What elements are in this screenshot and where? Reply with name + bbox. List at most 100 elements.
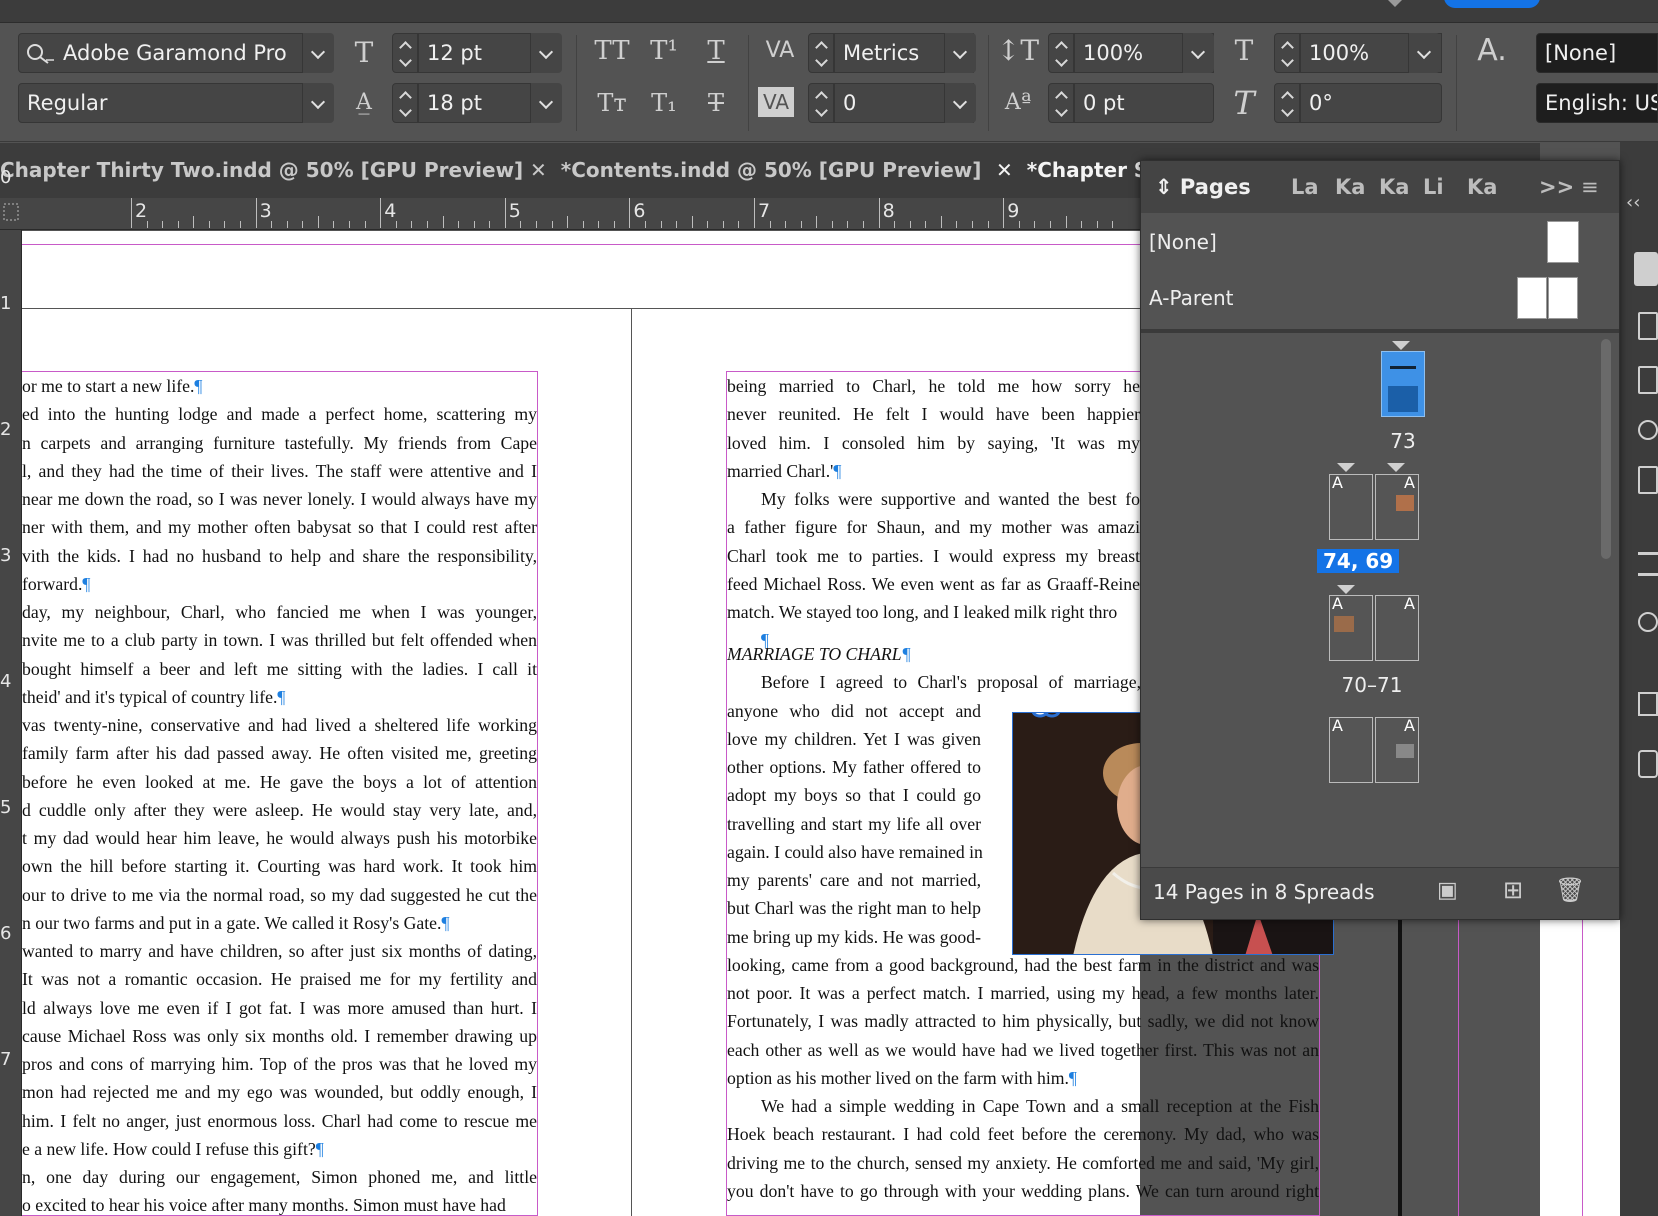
- parent-a-thumb-left[interactable]: [1517, 277, 1547, 319]
- character-style-field[interactable]: [None]: [1536, 33, 1658, 73]
- pathfinder-icon[interactable]: [1638, 750, 1658, 778]
- text-line: a father figure for Shaun, and my mother…: [727, 517, 1140, 538]
- collapse-dock-icon[interactable]: ‹‹: [1626, 192, 1640, 213]
- links-icon[interactable]: [1638, 420, 1658, 440]
- text-line: adopt my boys so that I could go: [727, 785, 981, 806]
- skew-stepper[interactable]: [1274, 83, 1300, 123]
- align-icon[interactable]: [1638, 692, 1658, 716]
- spread-label[interactable]: 73: [1373, 429, 1433, 453]
- page-thumb-70[interactable]: A: [1329, 594, 1373, 661]
- tab-pages[interactable]: ⇕ Pages: [1155, 161, 1251, 213]
- ruler-origin-icon[interactable]: [0, 198, 22, 228]
- vertical-ruler[interactable]: 0 1 2 3 4 5 6 7: [0, 167, 22, 1216]
- vertical-scale-stepper[interactable]: [1048, 33, 1074, 73]
- baseline-shift-icon: Aª: [1004, 90, 1032, 115]
- subscript-icon[interactable]: T₁: [642, 83, 686, 123]
- left-text-frame[interactable]: or me to start a new life.¶ ed into the h…: [22, 371, 538, 1216]
- page-thumb-72[interactable]: A: [1329, 716, 1373, 783]
- ruler-number: 5: [508, 200, 521, 222]
- panel-scrollbar[interactable]: [1601, 339, 1611, 559]
- language-field[interactable]: English: USA: [1536, 83, 1658, 123]
- font-size-stepper[interactable]: [392, 33, 418, 73]
- pages-icon[interactable]: [1638, 312, 1658, 340]
- spread-label-selected[interactable]: 74, 69: [1317, 549, 1400, 573]
- close-icon[interactable]: ✕: [530, 158, 547, 182]
- tab-chapter-current[interactable]: ✕ *Chapter S: [996, 143, 1148, 198]
- page-size-icon[interactable]: ▣: [1437, 878, 1458, 903]
- page-thumb-71[interactable]: A: [1375, 594, 1419, 661]
- properties-icon[interactable]: [1634, 252, 1658, 286]
- swatches-icon[interactable]: [1638, 612, 1658, 632]
- panel-divider[interactable]: [1141, 329, 1619, 333]
- skew-field[interactable]: 0°: [1300, 83, 1442, 123]
- font-style-value: Regular: [27, 91, 108, 115]
- tab-chapter-thirty-two[interactable]: Chapter Thirty Two.indd @ 50% [GPU Previ…: [0, 143, 523, 198]
- tracking-stepper[interactable]: [808, 83, 834, 123]
- tab-contents[interactable]: ✕ *Contents.indd @ 50% [GPU Preview]: [530, 143, 981, 198]
- text-line: him. I felt no anger, just enormous loss…: [22, 1110, 537, 1131]
- chevron-down-icon[interactable]: [1388, 0, 1402, 7]
- page-thumb-73[interactable]: [1381, 351, 1425, 417]
- text-line: love my children. Yet I was given: [727, 728, 981, 749]
- tab-layers[interactable]: La: [1291, 161, 1319, 213]
- text-line: n, one day during our engagement, Simon …: [22, 1167, 537, 1187]
- tracking-dropdown[interactable]: [944, 83, 976, 123]
- underline-icon[interactable]: T: [694, 31, 738, 71]
- tab-links[interactable]: Li: [1423, 161, 1444, 213]
- tab-ka-2[interactable]: Ka: [1379, 161, 1409, 213]
- ruler-tick: [255, 198, 257, 228]
- kerning-stepper[interactable]: [808, 33, 834, 73]
- font-size-dropdown[interactable]: [530, 33, 562, 73]
- panel-overflow-icon[interactable]: >>: [1539, 161, 1574, 213]
- text-line: our to drive to me via the normal road, …: [22, 884, 537, 905]
- pages-panel[interactable]: ⇕ Pages La Ka Ka Li Ka >> ≡ [None] A-Par…: [1140, 160, 1620, 920]
- strikethrough-icon[interactable]: T: [694, 83, 738, 123]
- small-caps-icon[interactable]: Tт: [590, 83, 634, 123]
- parent-a-thumb-right[interactable]: [1548, 277, 1578, 319]
- baseline-shift-field[interactable]: 0 pt: [1074, 83, 1214, 123]
- baseline-shift-value: 0 pt: [1083, 91, 1125, 115]
- layers-icon[interactable]: [1638, 366, 1658, 394]
- kerning-dropdown[interactable]: [944, 33, 976, 73]
- panel-menu-icon[interactable]: ≡: [1581, 161, 1599, 213]
- parent-none-thumb[interactable]: [1547, 221, 1579, 263]
- text-line: e a new life. How could I refuse this gi…: [22, 1138, 324, 1159]
- trash-icon[interactable]: 🗑: [1555, 876, 1585, 904]
- stroke-icon[interactable]: [1638, 466, 1658, 494]
- tab-ka-1[interactable]: Ka: [1335, 161, 1365, 213]
- font-family-field[interactable]: Adobe Garamond Pro: [18, 33, 318, 73]
- page-count: 14 Pages in 8 Spreads: [1153, 880, 1375, 904]
- spread-label[interactable]: 70–71: [1317, 673, 1427, 697]
- ruler-tick: [131, 198, 132, 228]
- superscript-icon[interactable]: T¹: [642, 31, 686, 71]
- font-family-dropdown[interactable]: [302, 33, 334, 73]
- horizontal-scale-stepper[interactable]: [1274, 33, 1300, 73]
- font-style-field[interactable]: Regular: [18, 83, 318, 123]
- page-thumb-69[interactable]: A: [1375, 473, 1419, 540]
- page-thumb-73b[interactable]: A: [1375, 716, 1419, 783]
- share-button[interactable]: [1444, 0, 1540, 8]
- leading-stepper[interactable]: [392, 83, 418, 123]
- horizontal-ruler[interactable]: 2 3 4 5 6 7 8 9: [0, 198, 1140, 230]
- ruler-tick: [878, 198, 880, 228]
- text-line: pros and cons of marrying him. Top of th…: [22, 1054, 537, 1074]
- horizontal-scale-dropdown[interactable]: [1408, 33, 1440, 73]
- paragraph-icon[interactable]: [1638, 552, 1658, 576]
- page-thumb-74[interactable]: A: [1329, 473, 1373, 540]
- text-line: wanted to marry and have children, so af…: [22, 941, 537, 961]
- new-page-icon[interactable]: ⊞: [1503, 876, 1523, 904]
- all-caps-icon[interactable]: TT: [590, 31, 634, 71]
- font-style-dropdown[interactable]: [302, 83, 334, 123]
- link-icon[interactable]: [1031, 712, 1061, 719]
- baseline-shift-stepper[interactable]: [1048, 83, 1074, 123]
- close-icon[interactable]: ✕: [996, 158, 1013, 182]
- text-line: never reunited. He felt I would have bee…: [727, 404, 1140, 425]
- right-text-frame-top[interactable]: being married to Charl, he told me how s…: [726, 371, 1140, 671]
- ruler-number: 6: [0, 923, 12, 944]
- text-line: Charl took me to parties. I would expres…: [727, 545, 1140, 566]
- vertical-scale-dropdown[interactable]: [1182, 33, 1214, 73]
- tracking-value: 0: [843, 91, 857, 115]
- leading-dropdown[interactable]: [530, 83, 562, 123]
- spine-line: [631, 308, 632, 1216]
- tab-ka-3[interactable]: Ka: [1467, 161, 1497, 213]
